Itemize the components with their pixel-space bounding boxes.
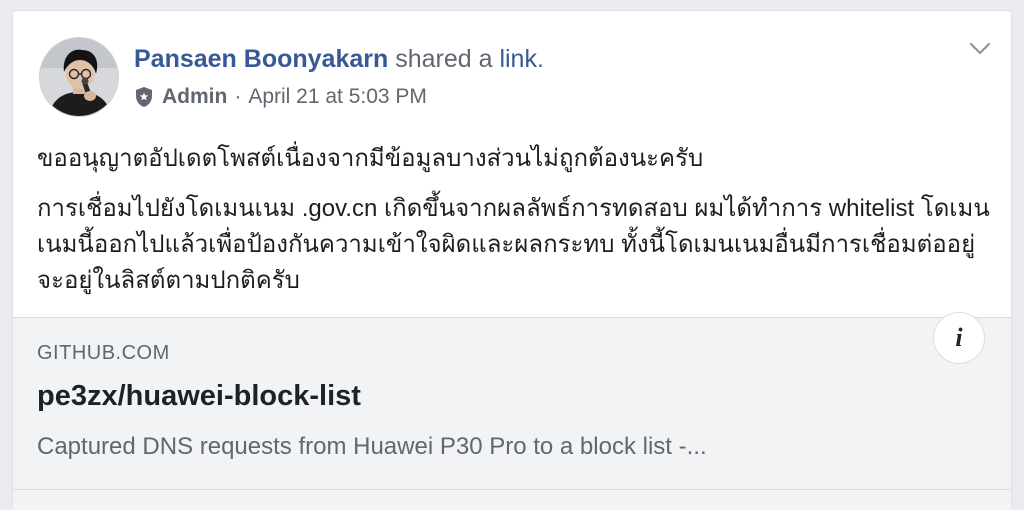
avatar-photo [40,38,118,116]
admin-badge: Admin [162,85,228,108]
post-card: Pansaen Boonyakarn shared a link. Admin … [12,10,1012,510]
post-text-paragraph: การเชื่อมไปยังโดเมนเนม .gov.cn เกิดขึ้นจ… [37,195,990,294]
shield-icon [134,86,154,108]
meta-separator: · [234,85,242,108]
header-period: . [536,45,544,73]
post-meta: Admin · April 21 at 5:03 PM [134,82,427,112]
link-word-link[interactable]: link [499,45,537,73]
shared-text: shared a [388,45,500,73]
link-preview-card[interactable]: GITHUB.COM pe3zx/huawei-block-list Captu… [13,317,1011,510]
info-icon[interactable]: i [933,312,985,364]
post-timestamp[interactable]: April 21 at 5:03 PM [248,82,427,112]
chevron-down-icon[interactable] [969,41,991,57]
link-title[interactable]: pe3zx/huawei-block-list [37,380,361,413]
link-domain: GITHUB.COM [37,342,170,364]
divider [13,489,1011,490]
post-header: Pansaen Boonyakarn shared a link. [134,42,544,76]
author-name-link[interactable]: Pansaen Boonyakarn [134,45,388,73]
post-text-paragraph: ขออนุญาตอัปเดตโพสต์เนื่องจากมีข้อมูลบางส… [37,145,704,172]
link-description: Captured DNS requests from Huawei P30 Pr… [37,433,707,460]
avatar[interactable] [39,37,119,117]
